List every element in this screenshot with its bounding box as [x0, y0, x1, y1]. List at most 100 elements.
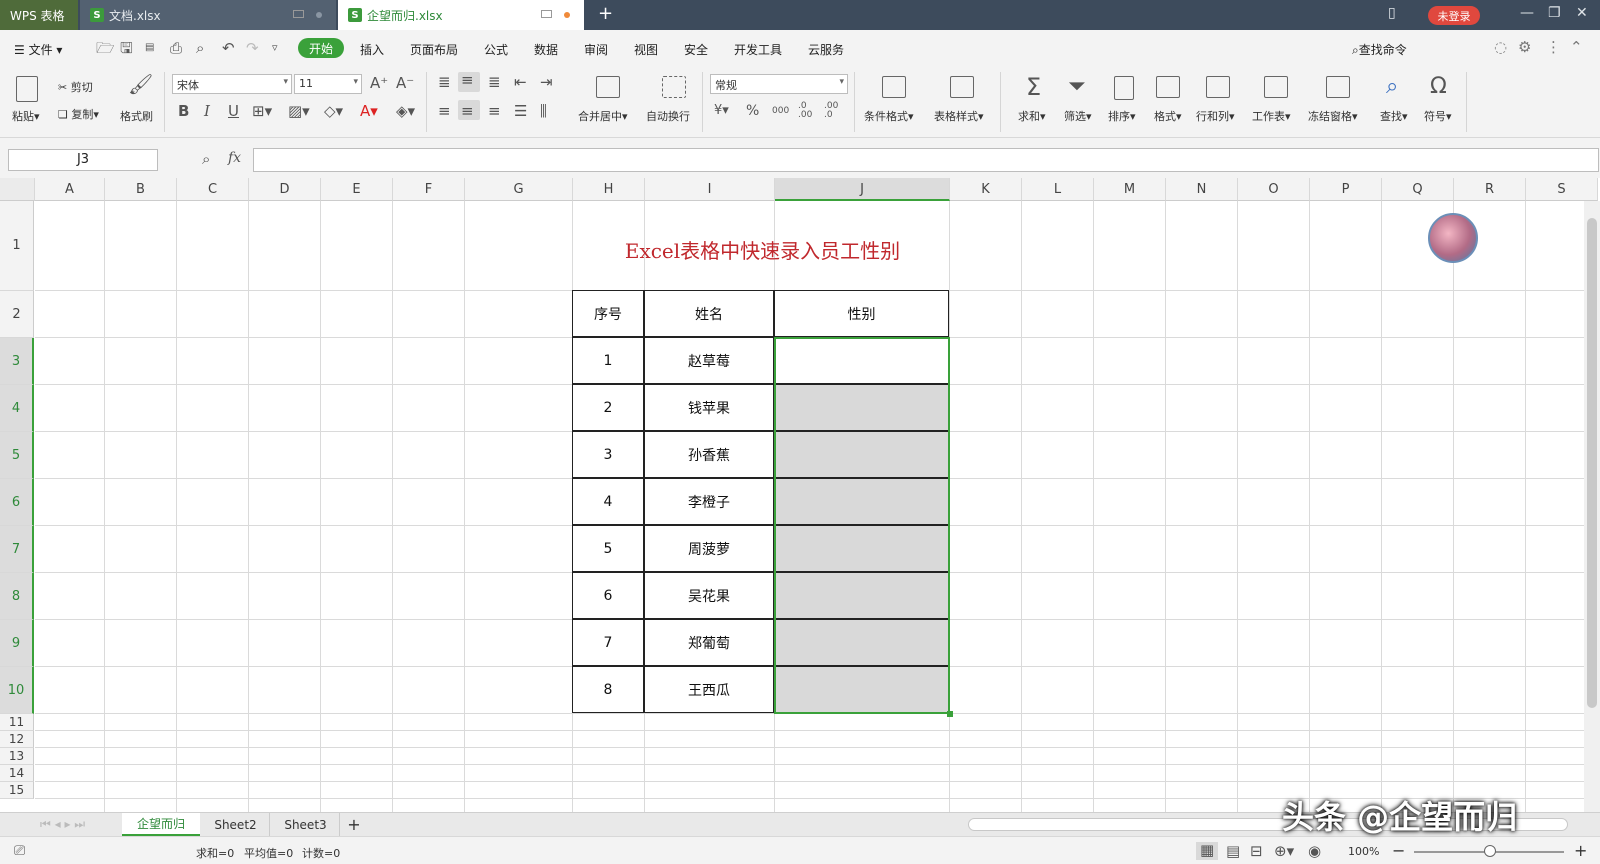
pdf-icon[interactable]: ▤ — [145, 40, 154, 56]
freeze-panes-icon[interactable] — [1326, 76, 1350, 98]
save-icon[interactable]: 🖫 — [120, 40, 133, 56]
align-right-icon[interactable]: ≡ — [488, 103, 501, 119]
name-box[interactable]: J3 — [8, 149, 158, 171]
merge-icon[interactable] — [596, 76, 620, 98]
sum-button[interactable]: 求和▾ — [1018, 108, 1046, 124]
italic-button[interactable]: I — [204, 103, 210, 119]
cell-name[interactable]: 孙香蕉 — [644, 431, 774, 478]
menu-developer[interactable]: 开发工具 — [734, 41, 782, 58]
table-style-icon[interactable] — [950, 76, 974, 98]
format-icon[interactable] — [1156, 76, 1180, 98]
format-painter-button[interactable]: 格式刷 — [120, 108, 153, 124]
avatar[interactable] — [1428, 213, 1478, 263]
decrease-font-icon[interactable]: A⁻ — [396, 75, 414, 91]
column-header[interactable]: S — [1526, 178, 1598, 201]
column-header[interactable]: G — [465, 178, 573, 201]
column-header[interactable]: C — [177, 178, 249, 201]
column-header[interactable]: I — [645, 178, 775, 201]
cell-gender[interactable] — [774, 478, 949, 525]
justify-icon[interactable]: ☰ — [514, 103, 527, 119]
menu-start[interactable]: 开始 — [298, 38, 344, 58]
underline-button[interactable]: U — [228, 103, 239, 119]
preview-icon[interactable]: ⌕ — [196, 40, 204, 56]
table-header-cell[interactable]: 序号 — [572, 290, 644, 337]
menu-view[interactable]: 视图 — [634, 41, 658, 58]
redo-icon[interactable]: ↷ — [246, 40, 259, 56]
row-header[interactable]: 6 — [0, 479, 34, 526]
filter-button[interactable]: 筛选▾ — [1064, 108, 1092, 124]
cell-name[interactable]: 王西瓜 — [644, 666, 774, 713]
menu-insert[interactable]: 插入 — [360, 41, 384, 58]
table-style-button[interactable]: 表格样式▾ — [934, 108, 984, 124]
sort-button[interactable]: 排序▾ — [1108, 108, 1136, 124]
cell-gender[interactable] — [774, 384, 949, 431]
row-header[interactable]: 14 — [0, 765, 34, 782]
page-break-icon[interactable]: ⊟ — [1250, 843, 1263, 859]
doc-tab-1[interactable]: S 文档.xlsx — [80, 0, 336, 30]
decrease-decimal-button[interactable]: .00 .0 — [824, 102, 844, 120]
cell-gender[interactable] — [774, 337, 949, 384]
wrap-text-icon[interactable] — [662, 76, 686, 98]
find-icon[interactable]: ⌕ — [1386, 74, 1398, 100]
column-header[interactable]: N — [1166, 178, 1238, 201]
row-header[interactable]: 5 — [0, 432, 34, 479]
status-macro-icon[interactable]: ⎚ — [14, 843, 25, 859]
column-header[interactable]: K — [950, 178, 1022, 201]
column-header[interactable]: E — [321, 178, 393, 201]
row-header[interactable]: 11 — [0, 714, 34, 731]
row-header[interactable]: 7 — [0, 526, 34, 573]
monitor-icon[interactable] — [293, 10, 304, 18]
cell-serial-no[interactable]: 3 — [572, 431, 644, 478]
print-icon[interactable]: ⎙ — [170, 40, 182, 56]
worksheet-button[interactable]: 工作表▾ — [1252, 108, 1291, 124]
paste-icon[interactable] — [16, 76, 38, 102]
column-header[interactable]: L — [1022, 178, 1094, 201]
cell-gender[interactable] — [774, 572, 949, 619]
menu-formula[interactable]: 公式 — [484, 41, 508, 58]
align-left-icon[interactable]: ≡ — [438, 103, 451, 119]
undo-icon[interactable]: ↶ — [222, 40, 235, 56]
sheet-tab-active[interactable]: 企望而归 — [122, 813, 200, 836]
zoom-in-button[interactable]: + — [1574, 841, 1587, 860]
gear-icon[interactable]: ⚙ — [1518, 39, 1531, 55]
bold-button[interactable]: B — [178, 103, 189, 119]
currency-icon[interactable]: ¥▾ — [714, 103, 729, 119]
column-header[interactable]: Q — [1382, 178, 1454, 201]
sort-icon[interactable] — [1114, 76, 1134, 100]
cell-name[interactable]: 吴花果 — [644, 572, 774, 619]
fill-handle[interactable] — [947, 711, 953, 717]
column-header[interactable]: R — [1454, 178, 1526, 201]
tab-nav-arrows-icon[interactable]: ⏮ ◂ ▸ ⏭ — [40, 816, 85, 832]
page-view-icon[interactable]: ▤ — [1226, 843, 1240, 859]
column-header[interactable]: P — [1310, 178, 1382, 201]
fill-pattern-icon[interactable]: ▨▾ — [288, 103, 310, 119]
row-header[interactable]: 10 — [0, 667, 34, 714]
doc-tab-2[interactable]: S 企望而归.xlsx — [338, 0, 584, 30]
cell-name[interactable]: 李橙子 — [644, 478, 774, 525]
spreadsheet-grid[interactable]: ABCDEFGHIJKLMNOPQRS 1 2 3 4 5 6 7 8 9 10 11 12 13 14 1… — [0, 178, 1600, 814]
increase-font-icon[interactable]: A⁺ — [370, 75, 388, 91]
add-sheet-button[interactable]: + — [344, 813, 364, 836]
cell-name[interactable]: 赵草莓 — [644, 337, 774, 384]
zoom-level[interactable]: 100% — [1348, 845, 1379, 858]
restore-icon[interactable]: ❐ — [1548, 5, 1561, 21]
window-layout-icon[interactable]: ▯ — [1388, 5, 1396, 21]
app-tab-wps[interactable]: WPS 表格 — [0, 0, 78, 30]
minimize-icon[interactable]: — — [1520, 5, 1534, 21]
cell-serial-no[interactable]: 4 — [572, 478, 644, 525]
zoom-slider-thumb[interactable] — [1484, 845, 1496, 857]
column-header[interactable]: B — [105, 178, 177, 201]
zoom-lens-icon[interactable]: ⌕ — [202, 151, 210, 167]
table-header-cell[interactable]: 性别 — [774, 290, 949, 337]
cell-serial-no[interactable]: 6 — [572, 572, 644, 619]
collapse-ribbon-icon[interactable]: ⌃ — [1570, 39, 1583, 55]
copy-button[interactable]: ❏ 复制▾ — [58, 106, 99, 122]
zoom-out-button[interactable]: − — [1392, 841, 1405, 860]
customize-icon[interactable]: ▿ — [272, 40, 278, 56]
row-header[interactable]: 13 — [0, 748, 34, 765]
menu-review[interactable]: 审阅 — [584, 41, 608, 58]
sum-icon[interactable]: Σ — [1026, 74, 1041, 100]
sheet-title[interactable]: Excel表格中快速录入员工性别 — [575, 235, 950, 264]
cell-name[interactable]: 郑葡萄 — [644, 619, 774, 666]
cell-gender[interactable] — [774, 666, 949, 713]
